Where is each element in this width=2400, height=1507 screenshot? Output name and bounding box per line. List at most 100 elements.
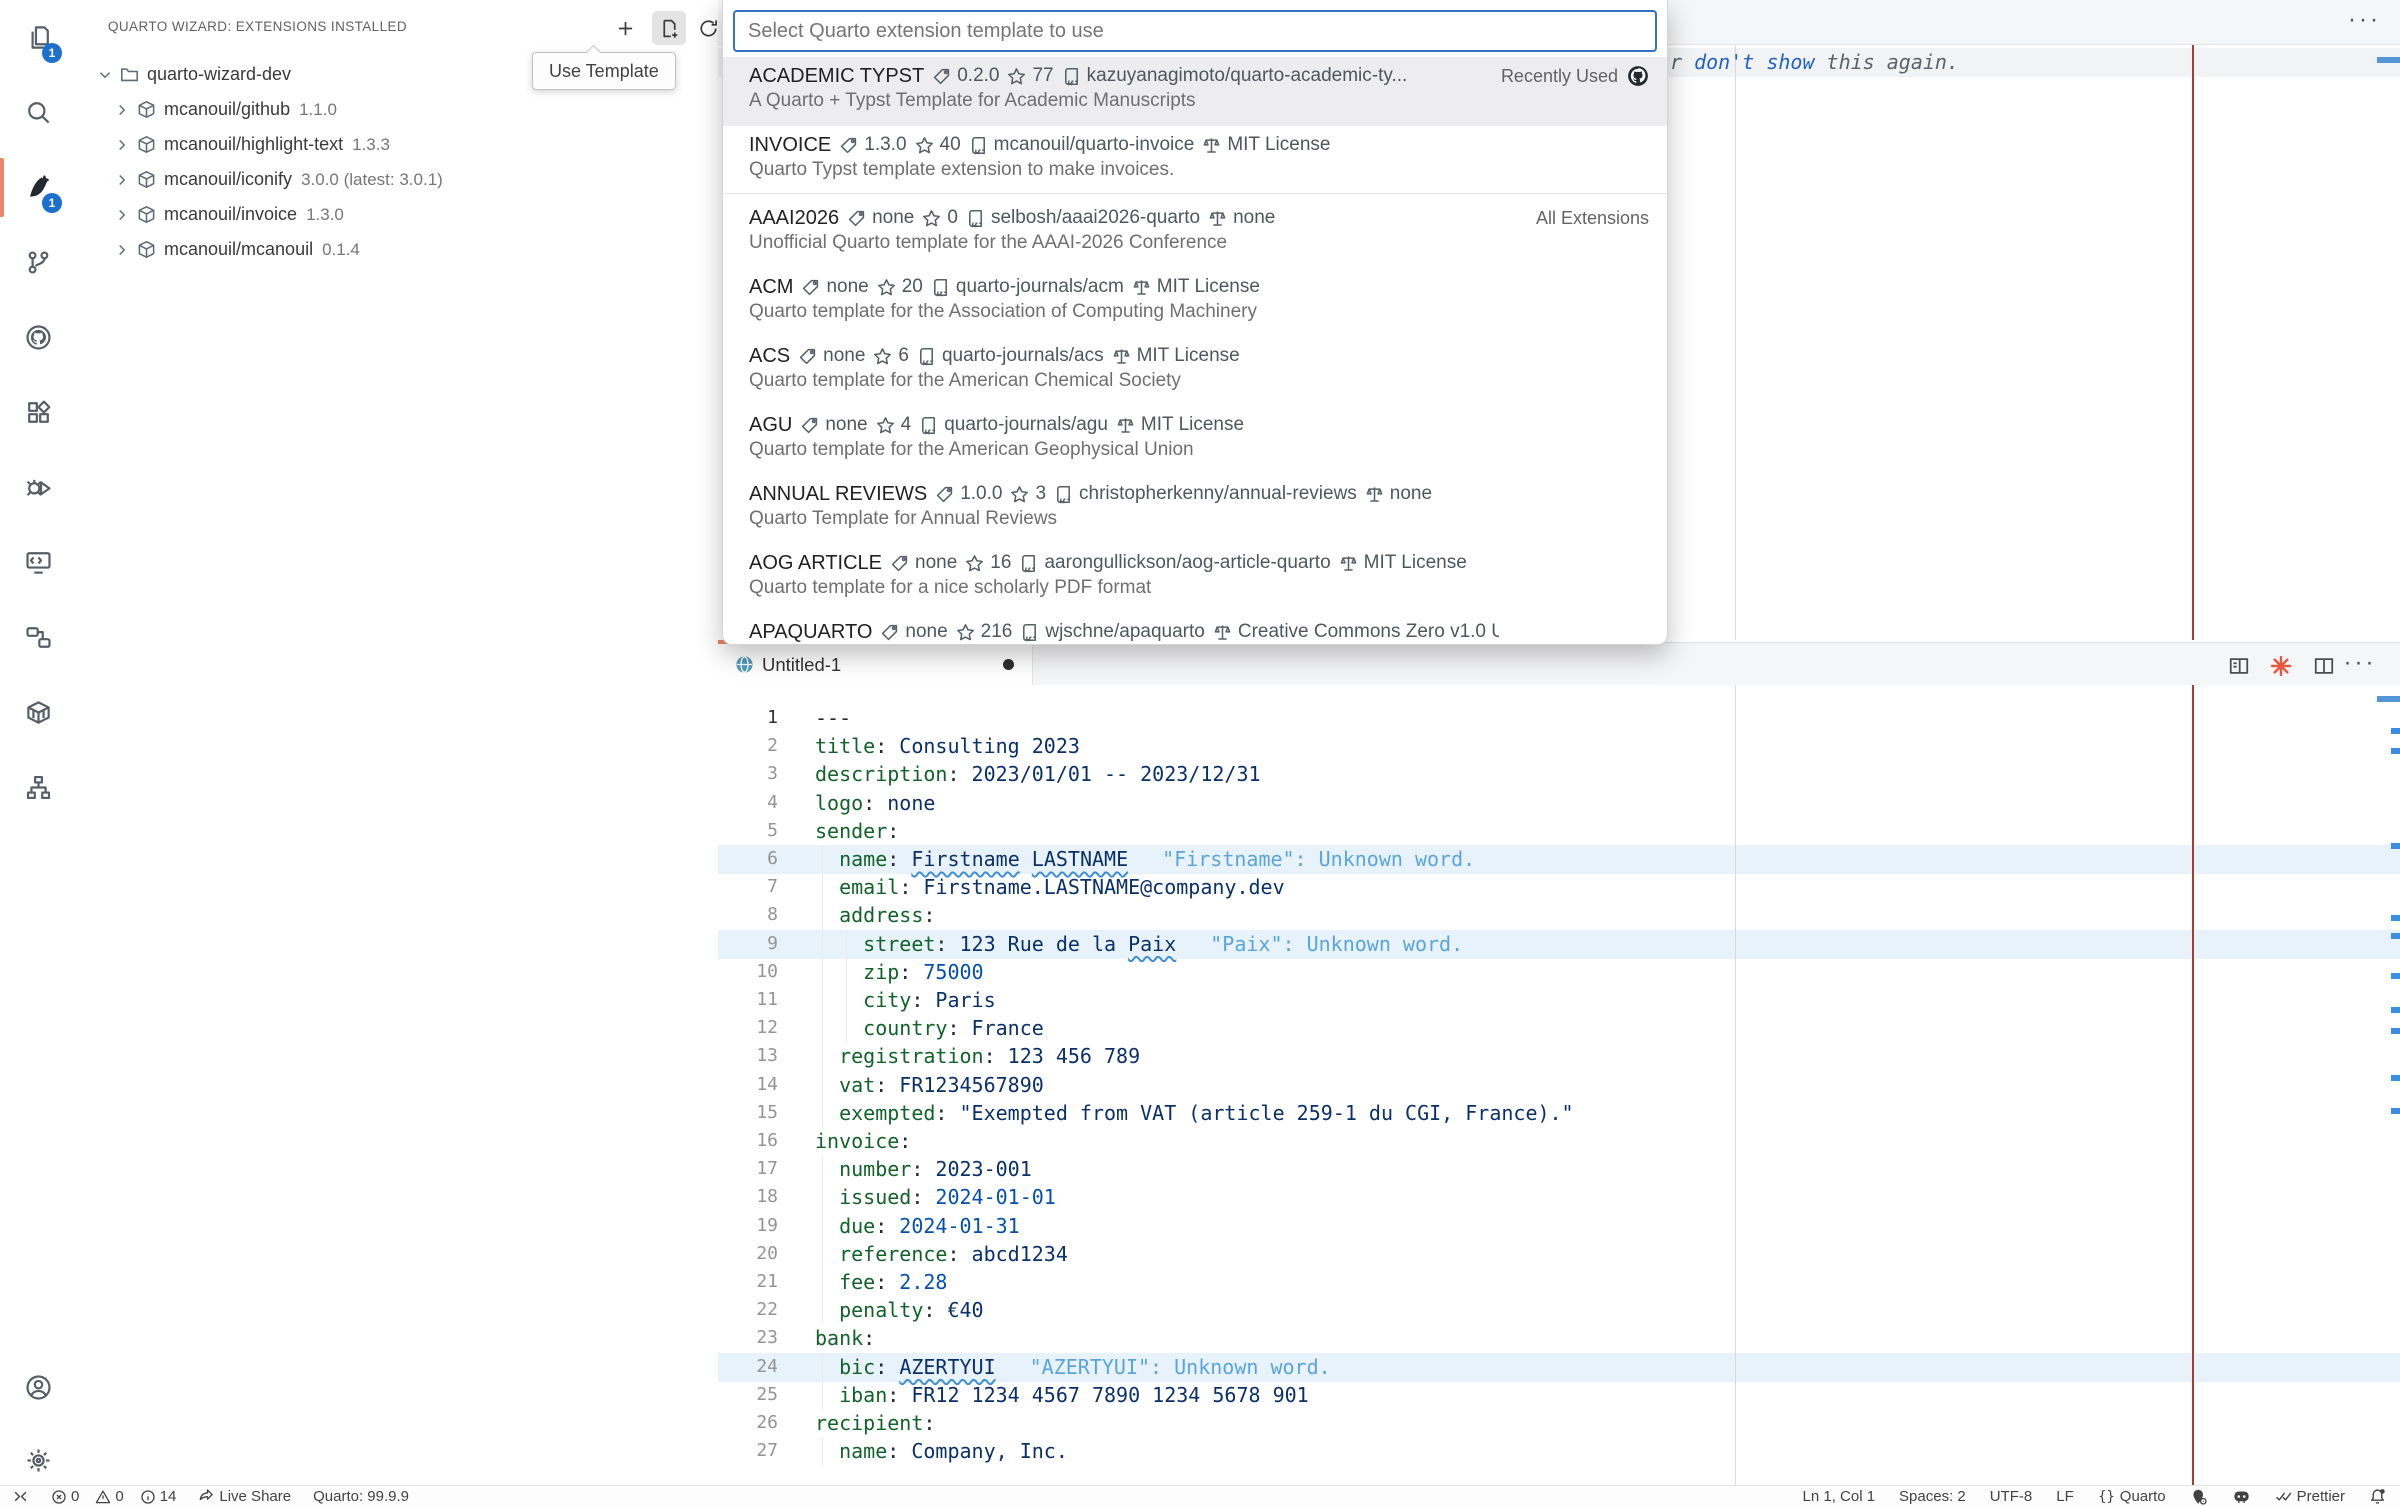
activity-item-remote-explorer[interactable] <box>0 525 76 600</box>
template-repo: quarto-journals/acs <box>942 345 1104 367</box>
pin-person-button[interactable] <box>2190 1486 2208 1507</box>
code-line-8: 8 address: <box>718 901 2400 930</box>
top-editor-more-actions-button[interactable]: ··· <box>2348 10 2381 30</box>
quick-pick-item-annual-reviews[interactable]: ANNUAL REVIEWS1.0.03christopherkenny/ann… <box>723 475 1668 544</box>
quick-pick-item-apaquarto[interactable]: APAQUARTOnone216wjschne/apaquartoCreativ… <box>723 613 1668 645</box>
open-layout-button[interactable] <box>2224 653 2254 679</box>
template-version: 1.3.0 <box>864 134 906 156</box>
quick-pick-item-acs[interactable]: ACSnone6quarto-journals/acsMIT LicenseQu… <box>723 337 1668 406</box>
badge: 1 <box>42 43 62 63</box>
quick-pick-item-invoice[interactable]: INVOICE1.3.040mcanouil/quarto-invoiceMIT… <box>723 126 1668 195</box>
indentation-button[interactable]: Spaces: 2 <box>1899 1486 1966 1507</box>
tree-item-label: quarto-wizard-dev <box>147 64 291 85</box>
prettier-label: Prettier <box>2297 1488 2345 1505</box>
quarto-render-button[interactable] <box>2266 653 2296 679</box>
containers-icon <box>25 699 52 726</box>
quick-pick-item-academic-typst[interactable]: ACADEMIC TYPST0.2.077kazuyanagimoto/quar… <box>723 57 1668 126</box>
license-scales-icon <box>1202 136 1221 155</box>
overview-info-mark <box>2391 1108 2400 1114</box>
template-stars: 6 <box>898 345 909 367</box>
tag-icon <box>798 347 817 366</box>
activity-item-github[interactable] <box>0 300 76 375</box>
code-line-15: 15 exempted: "Exempted from VAT (article… <box>718 1099 2400 1128</box>
eol-button[interactable]: LF <box>2056 1486 2074 1507</box>
tab-untitled-1[interactable]: Untitled-1 <box>718 643 1033 686</box>
code-line-25: 25 iban: FR12 1234 4567 7890 1234 5678 9… <box>718 1381 2400 1410</box>
template-version: none <box>826 276 868 298</box>
notifications-bell-button[interactable] <box>2369 1486 2386 1507</box>
activity-item-account[interactable] <box>0 1350 76 1425</box>
activity-item-run-debug[interactable] <box>0 450 76 525</box>
live-share-icon <box>198 1489 214 1505</box>
activity-item-hierarchy[interactable] <box>0 750 76 825</box>
activity-item-search[interactable] <box>0 75 76 150</box>
template-name: ACM <box>749 276 793 299</box>
problems-button[interactable]: 0014 <box>51 1486 176 1507</box>
extensions-icon <box>25 399 52 426</box>
code-line-6: 6 name: Firstname LASTNAME"Firstname": U… <box>718 845 2400 874</box>
use-template-button[interactable] <box>652 11 686 45</box>
yaml-globe-icon <box>735 655 754 674</box>
tooltip-label: Use Template <box>549 61 659 82</box>
quick-pick-item-aog-article[interactable]: AOG ARTICLEnone16aarongullickson/aog-art… <box>723 544 1668 613</box>
activity-item-extensions[interactable] <box>0 375 76 450</box>
cursor-position-button[interactable]: Ln 1, Col 1 <box>1803 1486 1876 1507</box>
encoding-button[interactable]: UTF-8 <box>1990 1486 2033 1507</box>
top-overview-cursor-mark <box>2377 57 2400 63</box>
package-icon <box>137 240 156 259</box>
template-description: Quarto Template for Annual Reviews <box>749 508 1057 536</box>
run-debug-icon <box>25 474 52 501</box>
template-version: none <box>905 621 947 643</box>
tag-icon <box>800 416 819 435</box>
quick-pick-item-aaai2026[interactable]: AAAI2026none0selbosh/aaai2026-quartonone… <box>723 199 1668 268</box>
live-share-button[interactable]: Live Share <box>198 1486 291 1507</box>
remote-indicator-button[interactable] <box>12 1486 29 1507</box>
tree-item-mcanouil-highlight-text[interactable]: mcanouil/highlight-text1.3.3 <box>76 127 755 162</box>
account-icon <box>25 1374 52 1401</box>
quick-pick-input[interactable] <box>733 10 1657 52</box>
quick-pick-item-acm[interactable]: ACMnone20quarto-journals/acmMIT LicenseQ… <box>723 268 1668 337</box>
star-icon <box>965 554 984 573</box>
chevron-right-icon[interactable] <box>113 136 131 154</box>
tree-item-mcanouil-mcanouil[interactable]: mcanouil/mcanouil0.1.4 <box>76 232 755 267</box>
template-version: 1.0.0 <box>960 483 1002 505</box>
line-number: 4 <box>718 789 778 817</box>
quick-pick-item-agu[interactable]: AGUnone4quarto-journals/aguMIT LicenseQu… <box>723 406 1668 475</box>
prettier-button[interactable]: Prettier <box>2275 1486 2345 1507</box>
template-license: MIT License <box>1141 414 1244 436</box>
editor-more-actions-button[interactable]: ··· <box>2345 650 2375 676</box>
info-icon <box>140 1489 156 1505</box>
github-icon[interactable] <box>1627 65 1649 87</box>
activity-item-source-control[interactable] <box>0 225 76 300</box>
folder-icon <box>120 65 139 84</box>
tree-item-mcanouil-github[interactable]: mcanouil/github1.1.0 <box>76 92 755 127</box>
tag-icon <box>890 554 909 573</box>
activity-item-explorer[interactable]: 1 <box>0 0 76 75</box>
template-name: ACADEMIC TYPST <box>749 65 924 88</box>
chevron-down-icon[interactable] <box>96 66 114 84</box>
line-number: 9 <box>718 930 778 958</box>
activity-item-quarto-wizard[interactable]: 1 <box>0 150 76 225</box>
use-template-icon <box>659 18 680 39</box>
repo-icon <box>966 209 985 228</box>
add-button[interactable] <box>608 11 642 45</box>
activity-item-containers[interactable] <box>0 675 76 750</box>
badge: 1 <box>42 193 62 213</box>
split-editor-button[interactable] <box>2309 653 2339 679</box>
chevron-right-icon[interactable] <box>113 241 131 259</box>
copilot-button[interactable] <box>2232 1486 2251 1507</box>
chevron-right-icon[interactable] <box>113 206 131 224</box>
tree-item-mcanouil-invoice[interactable]: mcanouil/invoice1.3.0 <box>76 197 755 232</box>
activity-item-boxes[interactable] <box>0 600 76 675</box>
chevron-right-icon[interactable] <box>113 101 131 119</box>
inline-hint: "AZERTYUI": Unknown word. <box>1030 1355 1331 1379</box>
chevron-right-icon[interactable] <box>113 171 131 189</box>
tag-icon <box>935 485 954 504</box>
tree-item-mcanouil-iconify[interactable]: mcanouil/iconify3.0.0 (latest: 3.0.1) <box>76 162 755 197</box>
template-repo: quarto-journals/agu <box>944 414 1108 436</box>
line-number: 25 <box>718 1381 778 1409</box>
quarto-version-button[interactable]: Quarto: 99.9.9 <box>313 1486 409 1507</box>
tag-icon <box>839 136 858 155</box>
top-editor-ruler-gray <box>1735 45 1736 640</box>
language-mode-button[interactable]: {}Quarto <box>2098 1486 2166 1507</box>
